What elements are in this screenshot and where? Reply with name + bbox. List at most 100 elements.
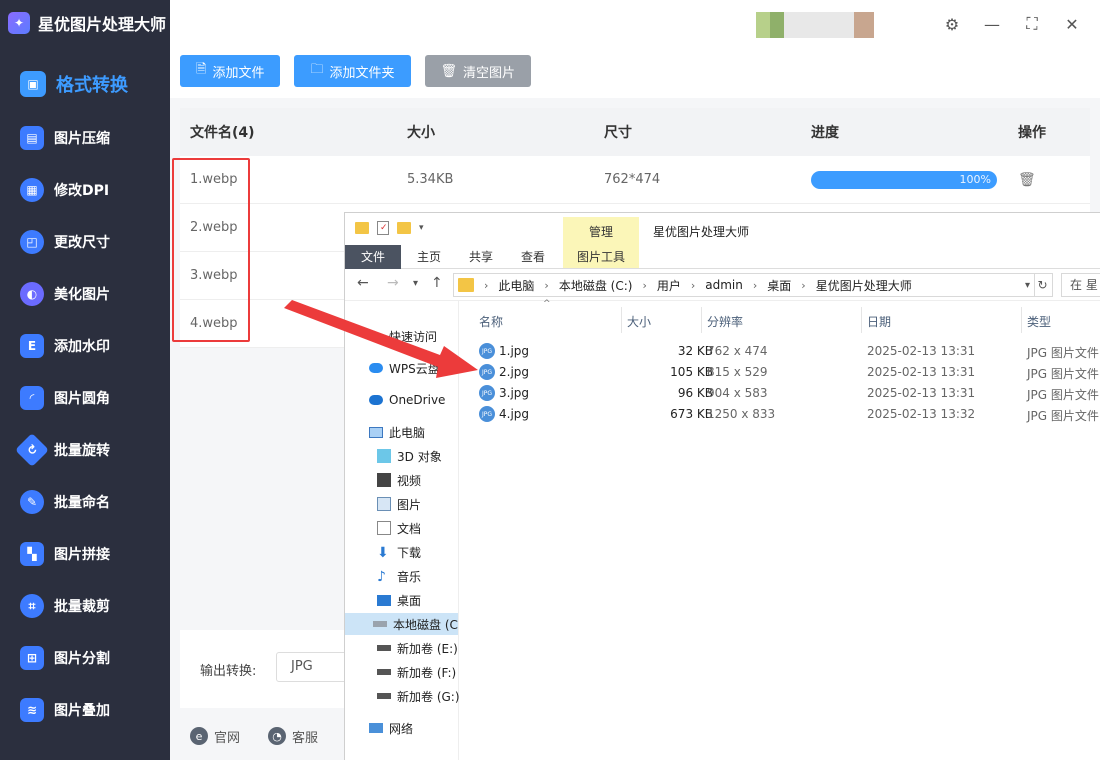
file-type: JPG 图片文件 (1027, 388, 1099, 402)
column-header-resolution[interactable]: 分辨率 (707, 313, 743, 330)
chevron-right-icon: › (752, 278, 758, 292)
sidebar-item-format-convert[interactable]: ▣ 格式转换 (0, 56, 170, 112)
table-row[interactable]: 1.webp 5.34KB 762*474 100% 🗑 (180, 156, 1090, 204)
breadcrumb-item[interactable]: 本地磁盘 (C:) (559, 277, 633, 294)
nav-item-3d-objects[interactable]: 3D 对象 (377, 445, 442, 467)
add-folder-button[interactable]: 🗀 添加文件夹 (294, 55, 411, 87)
nav-item-network[interactable]: 网络 (369, 717, 413, 739)
back-icon[interactable]: ← (357, 275, 369, 291)
maximize-icon[interactable]: ⛶ (1020, 12, 1044, 36)
file-date: 2025-02-13 13:31 (867, 365, 976, 379)
add-file-button[interactable]: 🗎 添加文件 (180, 55, 281, 87)
refresh-icon[interactable]: ↻ (1033, 273, 1053, 297)
nav-item-pictures[interactable]: 图片 (377, 493, 421, 515)
file-type: JPG 图片文件 (1027, 367, 1099, 381)
sidebar-item-overlay[interactable]: ≋ 图片叠加 (0, 684, 170, 736)
sidebar-nav: ▣ 格式转换 ▤ 图片压缩 ▦ 修改DPI ◰ 更改尺寸 ◐ 美化图片 E 添加… (0, 56, 170, 736)
up-icon[interactable]: ↑ (431, 275, 443, 291)
customize-dropdown-icon[interactable]: ▾ (419, 223, 424, 233)
delete-icon[interactable]: 🗑 (1018, 172, 1036, 188)
column-header-size[interactable]: 大小 (627, 313, 651, 330)
nav-item-downloads[interactable]: ⬇ 下载 (377, 541, 421, 563)
onedrive-icon (369, 395, 383, 405)
nav-item-desktop[interactable]: 桌面 (377, 589, 421, 611)
nav-item-videos[interactable]: 视频 (377, 469, 421, 491)
progress-bar: 100% (811, 170, 997, 189)
nav-item-documents[interactable]: 文档 (377, 517, 421, 539)
nav-item-music[interactable]: ♪ 音乐 (377, 565, 421, 587)
tab-manage[interactable]: 管理 (563, 217, 639, 245)
breadcrumb-item[interactable]: 桌面 (767, 277, 791, 294)
sidebar-item-resize[interactable]: ◰ 更改尺寸 (0, 216, 170, 268)
column-divider (861, 307, 862, 333)
add-file-label: 添加文件 (212, 65, 265, 81)
drive-icon (377, 693, 391, 699)
app-logo-icon: ✦ (8, 12, 30, 34)
nav-item-volume-g[interactable]: 新加卷 (G:) (377, 685, 460, 707)
file-row[interactable]: JPG 2.jpg 105 KB 815 x 529 2025-02-13 13… (479, 362, 1100, 382)
support-link[interactable]: ◔ 客服 (268, 727, 318, 746)
nav-item-this-pc[interactable]: 此电脑 (369, 421, 425, 443)
close-icon[interactable]: ✕ (1060, 12, 1084, 36)
file-size: 673 KB (670, 407, 713, 421)
title-bar: ⚙ — ⛶ ✕ (170, 0, 1100, 48)
tab-picture-tools[interactable]: 图片工具 (563, 245, 639, 269)
breadcrumb-item[interactable]: 用户 (657, 277, 681, 294)
breadcrumb-item[interactable]: admin (705, 278, 743, 292)
recent-dropdown-icon[interactable]: ▾ (413, 278, 418, 289)
sidebar-item-beautify[interactable]: ◐ 美化图片 (0, 268, 170, 320)
sidebar-item-label: 批量旋转 (54, 443, 110, 459)
breadcrumb-item[interactable]: 此电脑 (498, 277, 534, 294)
sidebar-item-compress[interactable]: ▤ 图片压缩 (0, 112, 170, 164)
sidebar-item-round-corner[interactable]: ◜ 图片圆角 (0, 372, 170, 424)
file-row[interactable]: JPG 3.jpg 96 KB 904 x 583 2025-02-13 13:… (479, 383, 1100, 403)
file-row[interactable]: JPG 1.jpg 32 KB 762 x 474 2025-02-13 13:… (479, 341, 1100, 361)
address-dropdown-icon[interactable]: ▾ (1025, 280, 1030, 291)
nav-label: 视频 (397, 473, 422, 488)
column-header-action: 操作 (1018, 125, 1046, 141)
nav-item-local-disk-c[interactable]: 本地磁盘 (C (345, 613, 458, 635)
sidebar-item-crop[interactable]: ⌗ 批量裁剪 (0, 580, 170, 632)
file-name: 3.jpg (499, 386, 530, 400)
forward-icon[interactable]: → (387, 275, 399, 291)
tab-file[interactable]: 文件 (345, 245, 401, 269)
new-folder-icon[interactable] (397, 222, 411, 234)
search-input[interactable]: 在 星 (1061, 273, 1100, 297)
sidebar-item-watermark[interactable]: E 添加水印 (0, 320, 170, 372)
website-link[interactable]: e 官网 (190, 727, 240, 746)
tab-share[interactable]: 共享 (461, 245, 501, 269)
clear-images-button[interactable]: 🗑 清空图片 (424, 55, 532, 87)
column-header-date[interactable]: 日期 (867, 313, 891, 330)
sidebar-item-dpi[interactable]: ▦ 修改DPI (0, 164, 170, 216)
sidebar-item-stitch[interactable]: ▚ 图片拼接 (0, 528, 170, 580)
nav-item-volume-f[interactable]: 新加卷 (F:) (377, 661, 456, 683)
column-header-name[interactable]: 名称 (479, 313, 503, 330)
minimize-icon[interactable]: — (980, 12, 1004, 36)
column-header-type[interactable]: 类型 (1027, 313, 1051, 330)
settings-icon[interactable]: ⚙ (940, 12, 964, 36)
toolbar: 🗎 添加文件 🗀 添加文件夹 🗑 清空图片 (180, 55, 532, 87)
breadcrumb-item[interactable]: 星优图片处理大师 (816, 277, 912, 294)
user-avatar-blurred[interactable] (756, 12, 896, 38)
file-row[interactable]: JPG 4.jpg 673 KB 1250 x 833 2025-02-13 1… (479, 404, 1100, 424)
address-bar[interactable]: › 此电脑 › 本地磁盘 (C:) › 用户 › admin › 桌面 › 星优… (453, 273, 1035, 297)
sidebar-item-rotate[interactable]: ↻ 批量旋转 (0, 424, 170, 476)
tab-home[interactable]: 主页 (409, 245, 449, 269)
sidebar: ✦ 星优图片处理大师 ▣ 格式转换 ▤ 图片压缩 ▦ 修改DPI ◰ 更改尺寸 … (0, 0, 170, 760)
nav-label: 新加卷 (G:) (397, 689, 460, 704)
explorer-window-title: 星优图片处理大师 (653, 225, 750, 239)
column-header-dimensions: 尺寸 (604, 125, 632, 141)
nav-item-onedrive[interactable]: OneDrive (369, 389, 445, 411)
nav-item-quick-access[interactable]: ★ 快速访问 (369, 325, 437, 347)
sidebar-item-label: 格式转换 (56, 75, 128, 96)
chevron-right-icon: › (690, 278, 696, 292)
sidebar-item-split[interactable]: ⊞ 图片分割 (0, 632, 170, 684)
sidebar-item-label: 图片圆角 (54, 391, 110, 407)
nav-item-volume-e[interactable]: 新加卷 (E:) (377, 637, 458, 659)
sidebar-item-rename[interactable]: ✎ 批量命名 (0, 476, 170, 528)
round-corner-icon: ◜ (20, 386, 44, 410)
nav-item-wps-cloud[interactable]: WPS云盘 (369, 357, 440, 379)
properties-icon[interactable]: ✓ (377, 221, 389, 235)
tab-view[interactable]: 查看 (513, 245, 553, 269)
file-name: 1.jpg (499, 344, 530, 358)
